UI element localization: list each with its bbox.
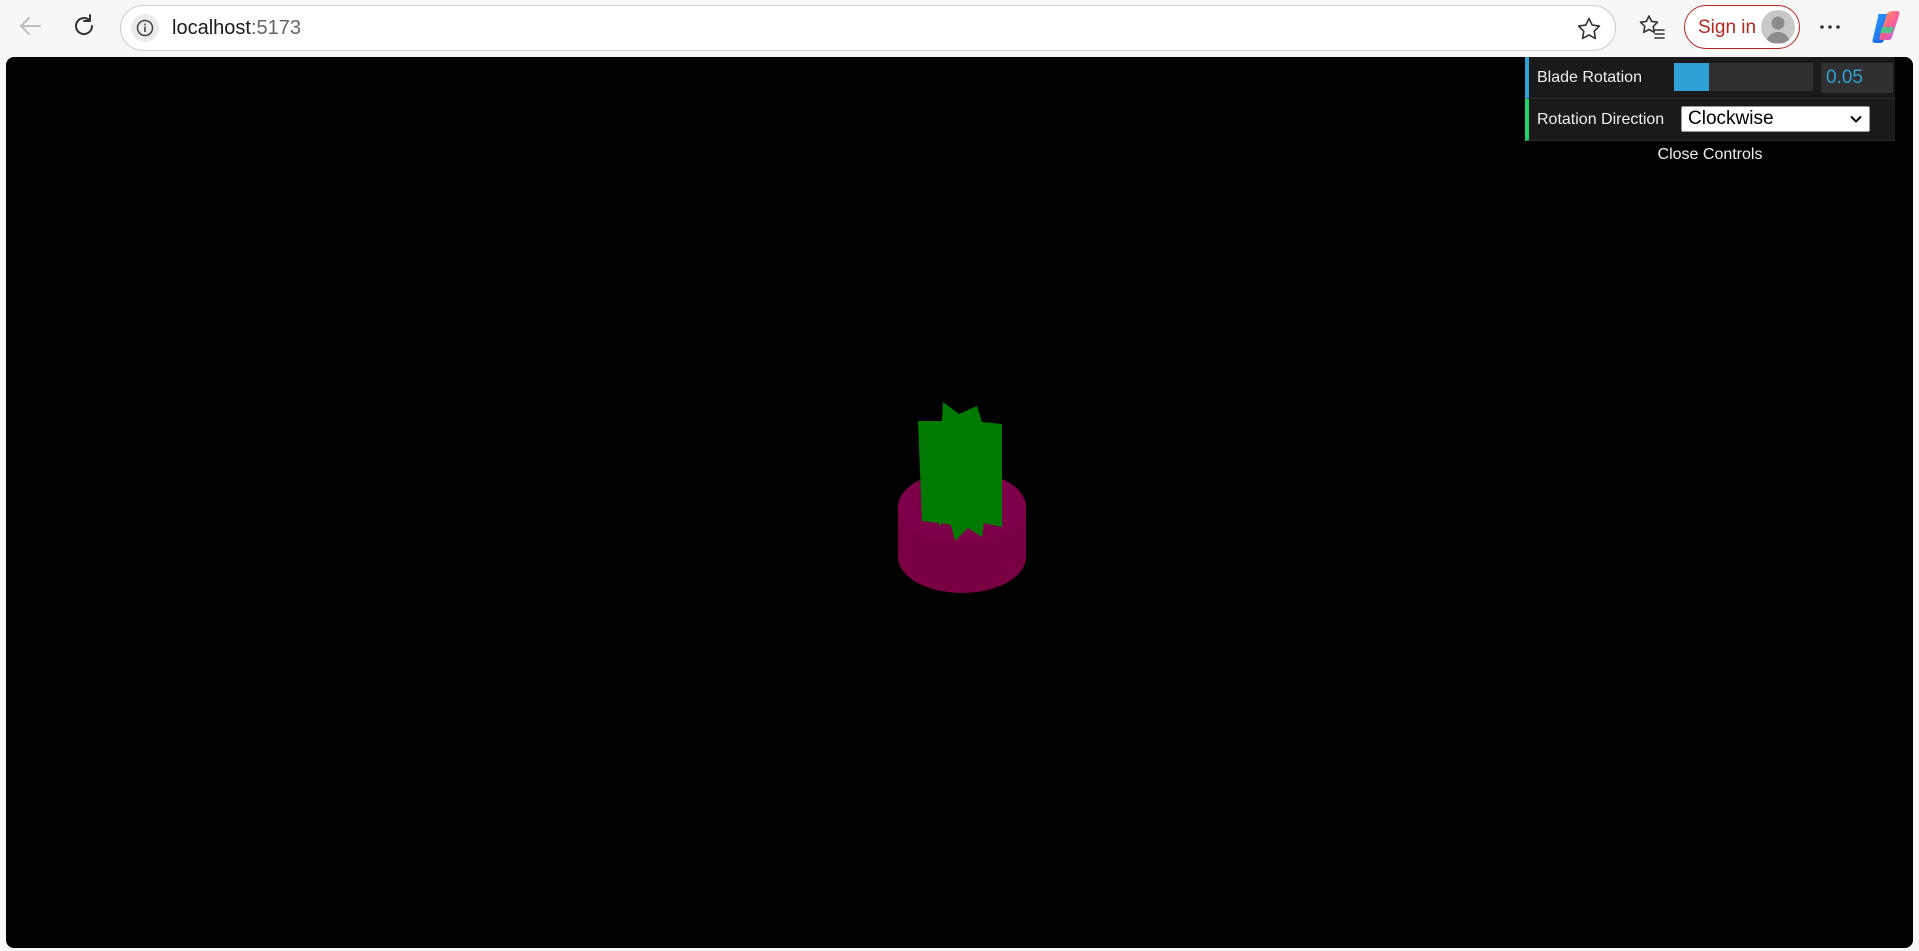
more-icon [1820, 25, 1840, 29]
blade-rotation-slider[interactable] [1674, 63, 1813, 91]
fan-scene [898, 402, 1026, 593]
browser-toolbar: localhost:5173 Sign in [0, 0, 1919, 54]
reload-button[interactable] [66, 8, 102, 44]
favorites-icon [1639, 15, 1665, 39]
info-icon[interactable] [131, 14, 159, 42]
back-arrow-icon [20, 17, 41, 35]
more-button[interactable] [1812, 9, 1848, 45]
avatar-icon [1761, 10, 1795, 44]
blade-rotation-input[interactable] [1821, 63, 1893, 93]
url-host: localhost [172, 17, 251, 39]
blade-rotation-label: Blade Rotation [1537, 69, 1642, 86]
address-bar[interactable]: localhost:5173 [120, 5, 1616, 51]
controls-panel: Blade Rotation Rotation Direction Clockw… [1525, 57, 1895, 169]
sign-in-label: Sign in [1698, 17, 1757, 38]
url-port: :5173 [250, 17, 301, 39]
back-button[interactable] [12, 8, 48, 44]
star-icon[interactable] [1575, 15, 1603, 43]
favorites-button[interactable] [1634, 9, 1670, 45]
chevron-down-icon [1850, 115, 1862, 123]
webgl-viewport[interactable]: Blade Rotation Rotation Direction Clockw… [6, 57, 1913, 948]
rotation-direction-label: Rotation Direction [1537, 111, 1665, 128]
slider-fill [1674, 63, 1709, 91]
rotation-direction-row: Rotation Direction Clockwise [1525, 99, 1895, 141]
url-text[interactable]: localhost:5173 [172, 17, 301, 40]
close-controls-button[interactable]: Close Controls [1525, 141, 1895, 169]
fan-blades [918, 402, 1002, 541]
reload-icon [75, 14, 94, 35]
copilot-icon[interactable] [1868, 9, 1904, 45]
blade-rotation-row: Blade Rotation [1525, 57, 1895, 99]
rotation-direction-value: Clockwise [1688, 108, 1774, 129]
sign-in-button[interactable]: Sign in [1684, 5, 1800, 49]
rotation-direction-select[interactable]: Clockwise [1681, 106, 1870, 132]
